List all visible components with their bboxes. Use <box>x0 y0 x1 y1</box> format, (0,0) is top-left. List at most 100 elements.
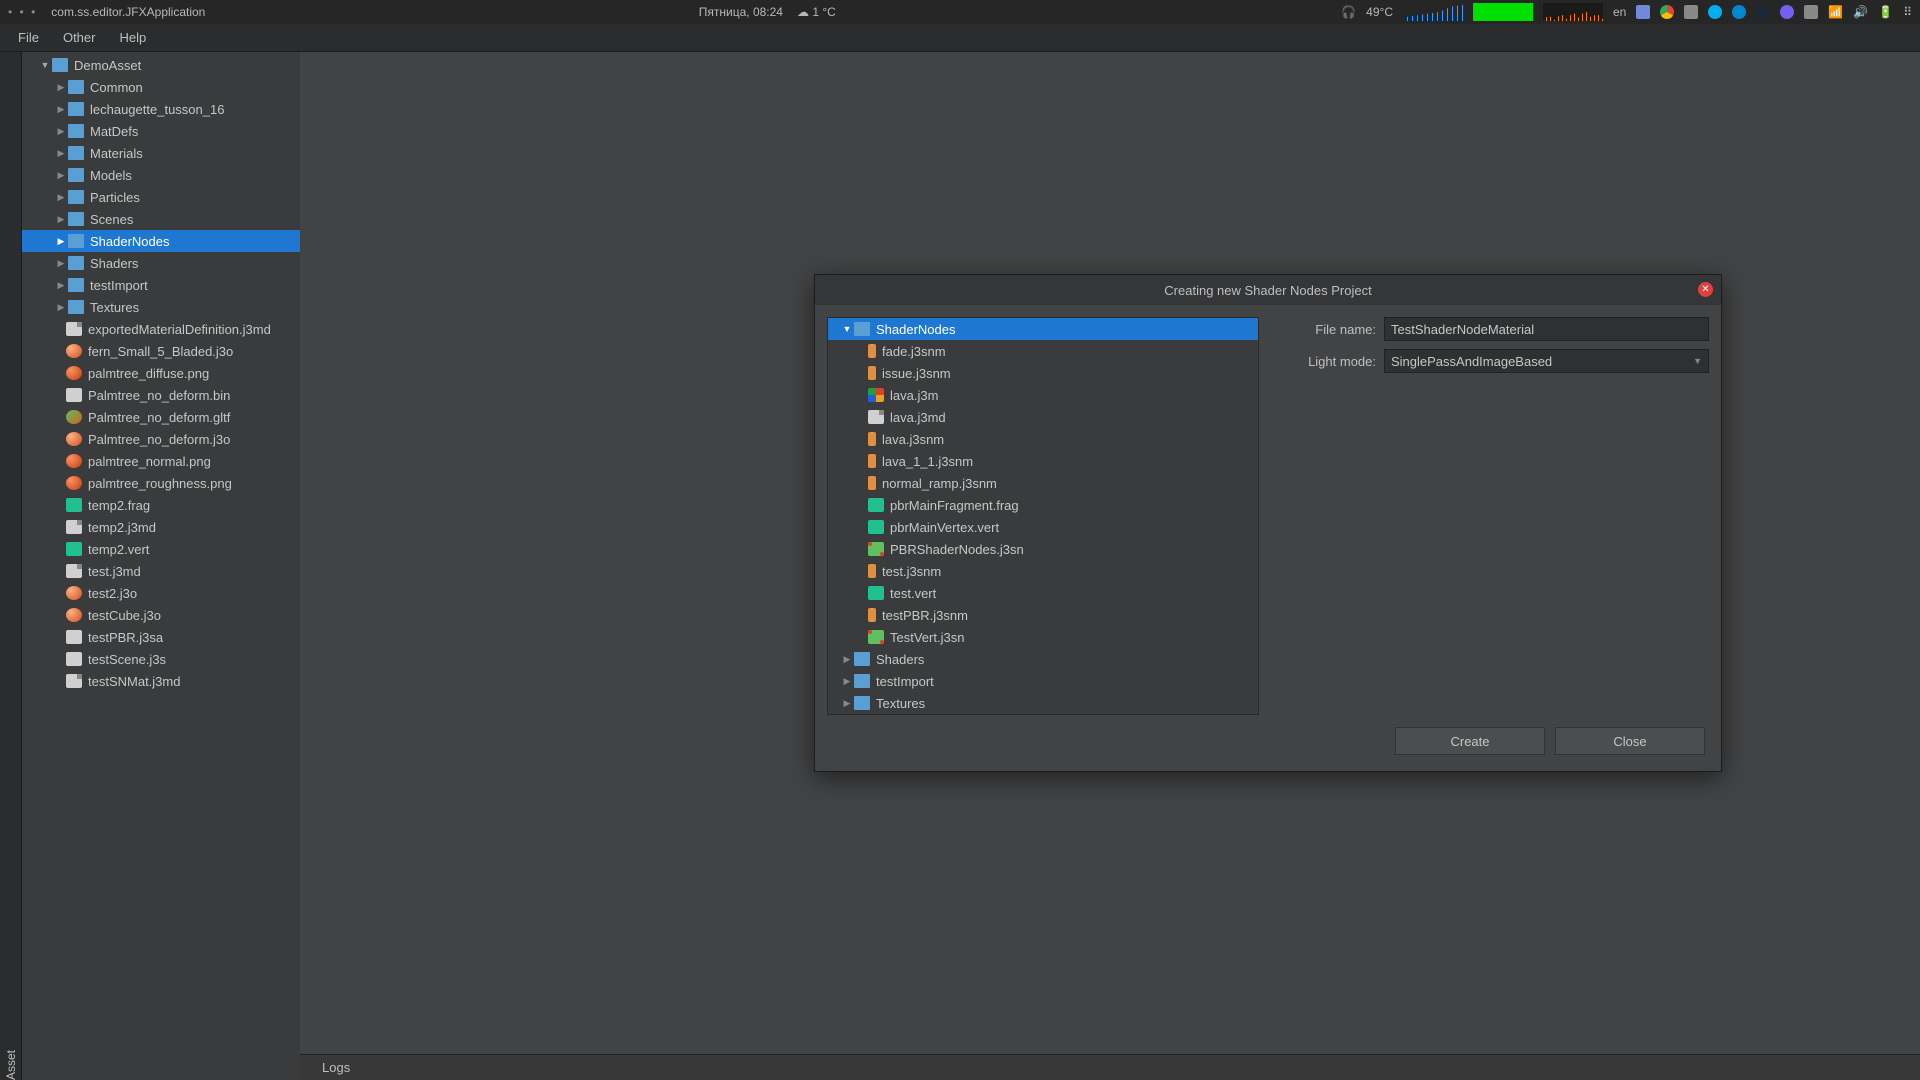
folder-icon <box>68 212 84 226</box>
tree-file[interactable]: temp2.j3md <box>22 516 300 538</box>
clock[interactable]: Пятница, 08:24 <box>699 5 783 19</box>
steam-tray-icon[interactable] <box>1756 5 1770 19</box>
weather[interactable]: ☁ 1 °C <box>797 5 836 19</box>
menu-file[interactable]: File <box>6 26 51 49</box>
viber-tray-icon[interactable] <box>1780 5 1794 19</box>
tree-file[interactable]: exportedMaterialDefinition.j3md <box>22 318 300 340</box>
folder-icon <box>854 674 870 688</box>
asset-tree[interactable]: ▼ DemoAsset ▶Common▶lechaugette_tusson_1… <box>22 52 300 1080</box>
tree-folder[interactable]: ▶testImport <box>22 274 300 296</box>
menu-help[interactable]: Help <box>107 26 158 49</box>
asset-panel-tab[interactable]: Asset <box>0 52 22 1080</box>
folder-icon <box>68 300 84 314</box>
dialog-close-button[interactable]: ✕ <box>1698 282 1713 297</box>
dlg-tree-file[interactable]: lava_1_1.j3snm <box>828 450 1258 472</box>
dlg-tree-file[interactable]: issue.j3snm <box>828 362 1258 384</box>
tree-file[interactable]: test2.j3o <box>22 582 300 604</box>
tree-file[interactable]: Palmtree_no_deform.gltf <box>22 406 300 428</box>
tree-folder[interactable]: ▶Particles <box>22 186 300 208</box>
chevron-right-icon[interactable]: ▶ <box>56 192 66 203</box>
battery-icon[interactable]: 🔋 <box>1878 5 1893 19</box>
chevron-right-icon[interactable]: ▶ <box>56 214 66 225</box>
dlg-tree-file[interactable]: test.j3snm <box>828 560 1258 582</box>
dlg-tree-file[interactable]: test.vert <box>828 582 1258 604</box>
headphones-icon[interactable]: 🎧 <box>1341 5 1356 19</box>
dlg-tree-file[interactable]: PBRShaderNodes.j3sn <box>828 538 1258 560</box>
keyboard-lang[interactable]: en <box>1613 5 1626 19</box>
dialog-folder-tree[interactable]: ▼ ShaderNodes fade.j3snmissue.j3snmlava.… <box>827 317 1259 715</box>
chevron-right-icon[interactable]: ▶ <box>56 148 66 159</box>
phone-tray-icon[interactable] <box>1804 5 1818 19</box>
volume-icon[interactable]: 🔊 <box>1853 5 1868 19</box>
chevron-right-icon[interactable]: ▶ <box>56 170 66 181</box>
tree-folder[interactable]: ▶Materials <box>22 142 300 164</box>
apps-grid-icon[interactable]: ⠿ <box>1903 5 1912 19</box>
chevron-right-icon[interactable]: ▶ <box>842 676 852 687</box>
lightmode-select[interactable]: SinglePassAndImageBased ▼ <box>1384 349 1709 373</box>
chevron-right-icon[interactable]: ▶ <box>56 258 66 269</box>
dlg-tree-folder[interactable]: ▶Shaders <box>828 648 1258 670</box>
app-menu-icon[interactable]: • • • <box>8 5 37 19</box>
skype-tray-icon[interactable] <box>1708 5 1722 19</box>
chevron-right-icon[interactable]: ▶ <box>842 654 852 665</box>
tree-folder-shadernodes[interactable]: ▶ ShaderNodes <box>22 230 300 252</box>
cpu-graph-icon[interactable] <box>1403 3 1463 21</box>
dlg-tree-file[interactable]: testPBR.j3snm <box>828 604 1258 626</box>
tree-file[interactable]: testSNMat.j3md <box>22 670 300 692</box>
dlg-tree-file[interactable]: fade.j3snm <box>828 340 1258 362</box>
dlg-tree-file[interactable]: lava.j3m <box>828 384 1258 406</box>
discord-tray-icon[interactable] <box>1636 5 1650 19</box>
tree-file[interactable]: palmtree_roughness.png <box>22 472 300 494</box>
chevron-down-icon[interactable]: ▼ <box>842 324 852 334</box>
chevron-right-icon[interactable]: ▶ <box>56 126 66 137</box>
tree-file[interactable]: palmtree_diffuse.png <box>22 362 300 384</box>
tree-root[interactable]: ▼ DemoAsset <box>22 54 300 76</box>
tree-file[interactable]: fern_Small_5_Bladed.j3o <box>22 340 300 362</box>
menu-other[interactable]: Other <box>51 26 108 49</box>
cpu-temp[interactable]: 49°C <box>1366 5 1393 19</box>
chrome-tray-icon[interactable] <box>1660 5 1674 19</box>
tree-file[interactable]: testCube.j3o <box>22 604 300 626</box>
chevron-right-icon[interactable]: ▶ <box>842 698 852 709</box>
tree-file[interactable]: temp2.vert <box>22 538 300 560</box>
dialog-titlebar[interactable]: Creating new Shader Nodes Project ✕ <box>815 275 1721 305</box>
chevron-right-icon[interactable]: ▶ <box>56 104 66 115</box>
dlg-tree-file[interactable]: lava.j3snm <box>828 428 1258 450</box>
filename-input[interactable] <box>1384 317 1709 341</box>
dlg-tree-folder[interactable]: ▶Textures <box>828 692 1258 714</box>
tree-file[interactable]: palmtree_normal.png <box>22 450 300 472</box>
chevron-right-icon[interactable]: ▶ <box>56 280 66 291</box>
dlg-tree-file[interactable]: pbrMainVertex.vert <box>828 516 1258 538</box>
settings-tray-icon[interactable] <box>1684 5 1698 19</box>
tree-file[interactable]: testPBR.j3sa <box>22 626 300 648</box>
tree-folder[interactable]: ▶Models <box>22 164 300 186</box>
tree-folder[interactable]: ▶Common <box>22 76 300 98</box>
tree-folder[interactable]: ▶Scenes <box>22 208 300 230</box>
tree-file[interactable]: Palmtree_no_deform.j3o <box>22 428 300 450</box>
chevron-down-icon[interactable]: ▼ <box>40 60 50 70</box>
chevron-right-icon[interactable]: ▶ <box>56 236 66 247</box>
close-button[interactable]: Close <box>1555 727 1705 755</box>
temp-graph-icon[interactable] <box>1543 3 1603 21</box>
dlg-tree-root[interactable]: ▼ ShaderNodes <box>828 318 1258 340</box>
wifi-icon[interactable]: 📶 <box>1828 5 1843 19</box>
chevron-right-icon[interactable]: ▶ <box>56 302 66 313</box>
dlg-tree-file[interactable]: lava.j3md <box>828 406 1258 428</box>
tree-folder[interactable]: ▶MatDefs <box>22 120 300 142</box>
tree-folder[interactable]: ▶Shaders <box>22 252 300 274</box>
tree-folder[interactable]: ▶lechaugette_tusson_16 <box>22 98 300 120</box>
dlg-tree-folder[interactable]: ▶testImport <box>828 670 1258 692</box>
dlg-tree-file[interactable]: pbrMainFragment.frag <box>828 494 1258 516</box>
dlg-tree-file[interactable]: normal_ramp.j3snm <box>828 472 1258 494</box>
tree-folder[interactable]: ▶Textures <box>22 296 300 318</box>
dlg-tree-file[interactable]: TestVert.j3sn <box>828 626 1258 648</box>
telegram-tray-icon[interactable] <box>1732 5 1746 19</box>
tree-file[interactable]: testScene.j3s <box>22 648 300 670</box>
create-button[interactable]: Create <box>1395 727 1545 755</box>
chevron-right-icon[interactable]: ▶ <box>56 82 66 93</box>
logs-panel-tab[interactable]: Logs <box>300 1054 1920 1080</box>
tree-file[interactable]: temp2.frag <box>22 494 300 516</box>
tree-file[interactable]: Palmtree_no_deform.bin <box>22 384 300 406</box>
net-graph-icon[interactable] <box>1473 3 1533 21</box>
tree-file[interactable]: test.j3md <box>22 560 300 582</box>
